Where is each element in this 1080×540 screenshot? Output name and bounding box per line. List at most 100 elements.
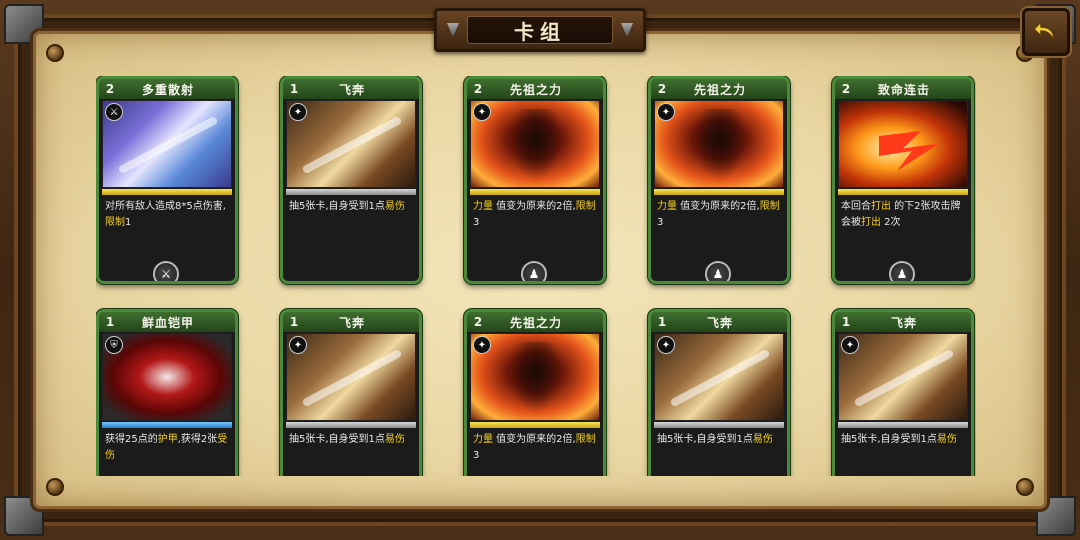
card-description: 力量 值变为原来的2倍,限制 3 xyxy=(473,199,599,231)
card-rarity-bar xyxy=(286,189,416,195)
card-rarity-bar xyxy=(286,422,416,428)
art-slash xyxy=(117,115,219,175)
deck-card[interactable]: 1 飞奔 ✦ 抽5张卡,自身受到1点易伤 xyxy=(280,309,422,476)
description-text: 3 xyxy=(473,450,480,461)
art-figure xyxy=(511,109,561,181)
card-name: 先祖之力 xyxy=(509,82,562,97)
card-art xyxy=(838,100,968,188)
rivet-icon xyxy=(46,478,64,496)
card-cost: 2 xyxy=(473,82,483,96)
card-cost: 2 xyxy=(105,82,115,96)
description-text: 3 xyxy=(473,217,480,228)
title-plaque: 卡组 xyxy=(434,8,646,52)
card-header: 2 先祖之力 xyxy=(467,79,603,99)
card-header: 2 先祖之力 xyxy=(467,312,603,332)
keyword-text: 护甲 xyxy=(157,434,178,445)
keyword-text: 打出 xyxy=(871,201,891,212)
description-text: 抽5张卡,自身受到1点 xyxy=(289,434,385,445)
page-title: 卡组 xyxy=(514,19,566,44)
deck-card[interactable]: 2 致命连击 本回合打出 的下2张攻击牌会被打出 2次 ♟ xyxy=(832,76,974,284)
card-name: 飞奔 xyxy=(706,315,733,330)
sword-icon: ⚔ xyxy=(105,103,123,121)
card-description: 抽5张卡,自身受到1点易伤 xyxy=(657,432,783,448)
title-box: 卡组 xyxy=(467,16,613,44)
description-text: 1 xyxy=(125,217,132,228)
card-name: 致命连击 xyxy=(877,82,930,97)
keyword-text: 限制 xyxy=(759,201,780,212)
card-grid: 2 多重散射 ⚔ 对所有敌人造成8*5点伤害,限制1 ⚔ 1 飞奔 ✦ 抽5张卡,自身受到1点易… xyxy=(96,76,976,476)
card-cost: 1 xyxy=(289,315,299,329)
card-rarity-bar xyxy=(654,422,784,428)
keyword-text: 限制 xyxy=(575,201,596,212)
sparkle-icon: ✦ xyxy=(473,336,491,354)
card-cost: 1 xyxy=(657,315,667,329)
card-rarity-bar xyxy=(838,189,968,195)
sparkle-icon: ✦ xyxy=(289,336,307,354)
card-description: 获得25点的护甲,获得2张受伤 xyxy=(105,432,231,464)
description-text: 3 xyxy=(657,217,664,228)
card-name: 多重散射 xyxy=(141,82,194,97)
card-header: 1 飞奔 xyxy=(283,312,419,332)
back-arrow-icon xyxy=(1032,20,1055,43)
card-header: 1 飞奔 xyxy=(283,79,419,99)
bell-icon: ♟ xyxy=(521,261,547,281)
description-text: 值变为原来的2倍, xyxy=(493,201,576,212)
card-name: 飞奔 xyxy=(890,315,917,330)
card-rarity-bar xyxy=(654,189,784,195)
card-name: 鲜血铠甲 xyxy=(141,315,194,330)
keyword-text: 易伤 xyxy=(384,201,405,212)
sparkle-icon: ✦ xyxy=(289,103,307,121)
deck-card[interactable]: 1 飞奔 ✦ 抽5张卡,自身受到1点易伤 xyxy=(648,309,790,476)
card-rarity-bar xyxy=(102,422,232,428)
description-text: 抽5张卡,自身受到1点 xyxy=(841,434,937,445)
card-header: 2 致命连击 xyxy=(835,79,971,99)
card-cost: 2 xyxy=(657,82,667,96)
deck-card[interactable]: 1 飞奔 ✦ 抽5张卡,自身受到1点易伤 xyxy=(280,76,422,284)
back-button[interactable] xyxy=(1022,8,1070,56)
keyword-text: 限制 xyxy=(575,434,596,445)
card-rarity-bar xyxy=(838,422,968,428)
description-text: 2次 xyxy=(881,217,901,228)
keyword-text: 打出 xyxy=(861,217,881,228)
keyword-text: 易伤 xyxy=(936,434,957,445)
rivet-icon xyxy=(46,44,64,62)
card-rarity-bar xyxy=(470,189,600,195)
nail-icon xyxy=(447,23,459,37)
window-frame: 卡组 2 多重散射 ⚔ 对所有敌人造成8*5点伤害,限制1 ⚔ 1 飞奔 ✦ 抽5张卡,自身受到… xyxy=(0,0,1080,540)
card-description: 抽5张卡,自身受到1点易伤 xyxy=(841,432,967,448)
keyword-text: 力量 xyxy=(473,434,493,445)
card-rarity-bar xyxy=(470,422,600,428)
deck-card[interactable]: 1 鲜血铠甲 ⛨ 获得25点的护甲,获得2张受伤 xyxy=(96,309,238,476)
keyword-text: 力量 xyxy=(473,201,493,212)
deck-card[interactable]: 2 先祖之力 ✦ 力量 值变为原来的2倍,限制 3 xyxy=(464,309,606,476)
keyword-text: 限制 xyxy=(105,217,125,228)
card-cost: 1 xyxy=(841,315,851,329)
description-text: 值变为原来的2倍, xyxy=(677,201,760,212)
bell-icon: ♟ xyxy=(705,261,731,281)
art-slash xyxy=(669,348,771,408)
card-cost: 2 xyxy=(473,315,483,329)
keyword-text: 易伤 xyxy=(384,434,405,445)
card-name: 先祖之力 xyxy=(509,315,562,330)
crossed-swords-icon: ⚔ xyxy=(153,261,179,281)
deck-card[interactable]: 2 先祖之力 ✦ 力量 值变为原来的2倍,限制 3 ♟ xyxy=(648,76,790,284)
sparkle-icon: ✦ xyxy=(841,336,859,354)
description-text: 本回合 xyxy=(841,201,871,212)
card-description: 力量 值变为原来的2倍,限制 3 xyxy=(657,199,783,231)
deck-card[interactable]: 1 飞奔 ✦ 抽5张卡,自身受到1点易伤 xyxy=(832,309,974,476)
card-cost: 1 xyxy=(105,315,115,329)
card-description: 抽5张卡,自身受到1点易伤 xyxy=(289,432,415,448)
sparkle-icon: ✦ xyxy=(657,336,675,354)
art-bolt xyxy=(879,131,939,171)
art-figure xyxy=(695,109,745,181)
card-description: 本回合打出 的下2张攻击牌会被打出 2次 xyxy=(841,199,967,231)
card-header: 2 先祖之力 xyxy=(651,79,787,99)
deck-card[interactable]: 2 多重散射 ⚔ 对所有敌人造成8*5点伤害, 限制1 ⚔ xyxy=(96,76,238,284)
card-description: 力量 值变为原来的2倍,限制 3 xyxy=(473,432,599,464)
description-text: ,获得2张 xyxy=(177,434,218,445)
keyword-text: 力量 xyxy=(657,201,677,212)
card-name: 飞奔 xyxy=(338,82,365,97)
description-text: 获得25点的 xyxy=(105,434,158,445)
card-name: 先祖之力 xyxy=(693,82,746,97)
deck-card[interactable]: 2 先祖之力 ✦ 力量 值变为原来的2倍,限制 3 ♟ xyxy=(464,76,606,284)
